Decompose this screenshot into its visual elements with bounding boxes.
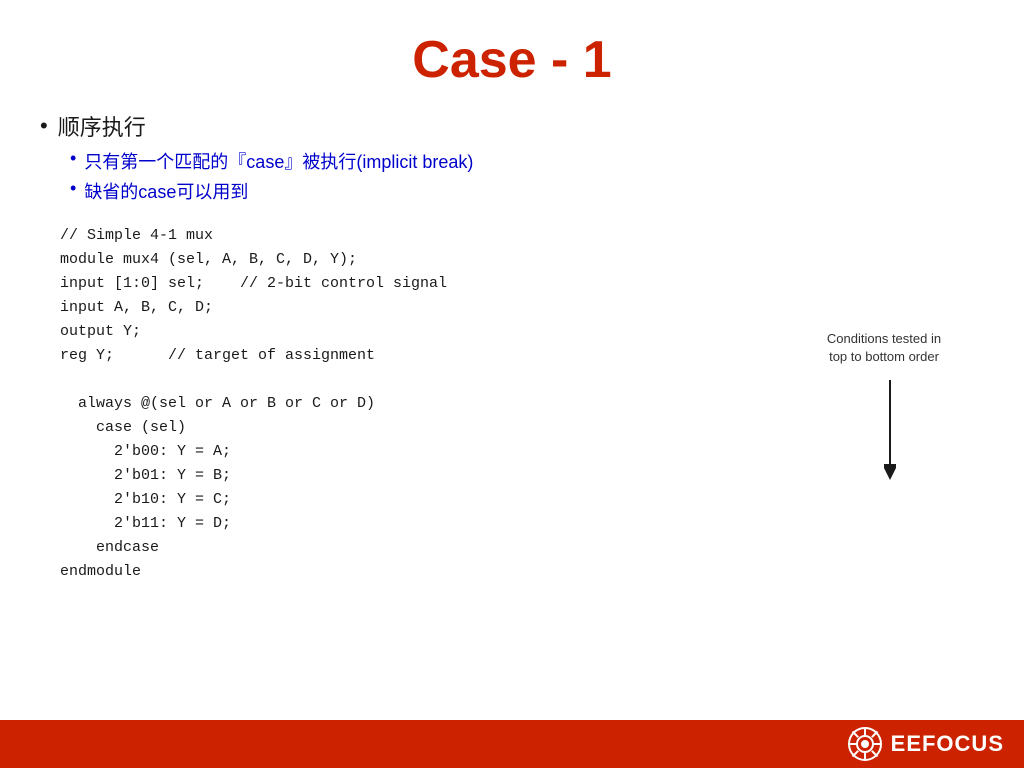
eefocus-logo: EEFOCUS bbox=[847, 726, 1004, 762]
bullet-sub-1-text: 只有第一个匹配的『case』被执行(implicit break) bbox=[84, 148, 473, 174]
bullet-section: 顺序执行 只有第一个匹配的『case』被执行(implicit break) 缺… bbox=[40, 110, 984, 204]
bullet-sub-2-text: 缺省的case可以用到 bbox=[84, 178, 248, 204]
conditions-label: Conditions tested intop to bottom order bbox=[804, 330, 964, 366]
slide-container: Case - 1 顺序执行 只有第一个匹配的『case』被执行(implicit… bbox=[0, 0, 1024, 768]
bullet-sub-1: 只有第一个匹配的『case』被执行(implicit break) bbox=[70, 148, 984, 174]
conditions-text: Conditions tested intop to bottom order bbox=[827, 331, 941, 364]
code-area: // Simple 4-1 mux module mux4 (sel, A, B… bbox=[60, 224, 984, 584]
bullet-main-text: 顺序执行 bbox=[58, 110, 146, 142]
bullet-sub-2: 缺省的case可以用到 bbox=[70, 178, 984, 204]
bottom-bar: EEFOCUS bbox=[0, 720, 1024, 768]
code-block: // Simple 4-1 mux module mux4 (sel, A, B… bbox=[60, 224, 984, 584]
eefocus-icon bbox=[847, 726, 883, 762]
arrow-down-icon bbox=[884, 380, 896, 480]
eefocus-text: EEFOCUS bbox=[891, 731, 1004, 757]
bullet-main: 顺序执行 bbox=[40, 110, 984, 142]
slide-title: Case - 1 bbox=[40, 30, 984, 90]
